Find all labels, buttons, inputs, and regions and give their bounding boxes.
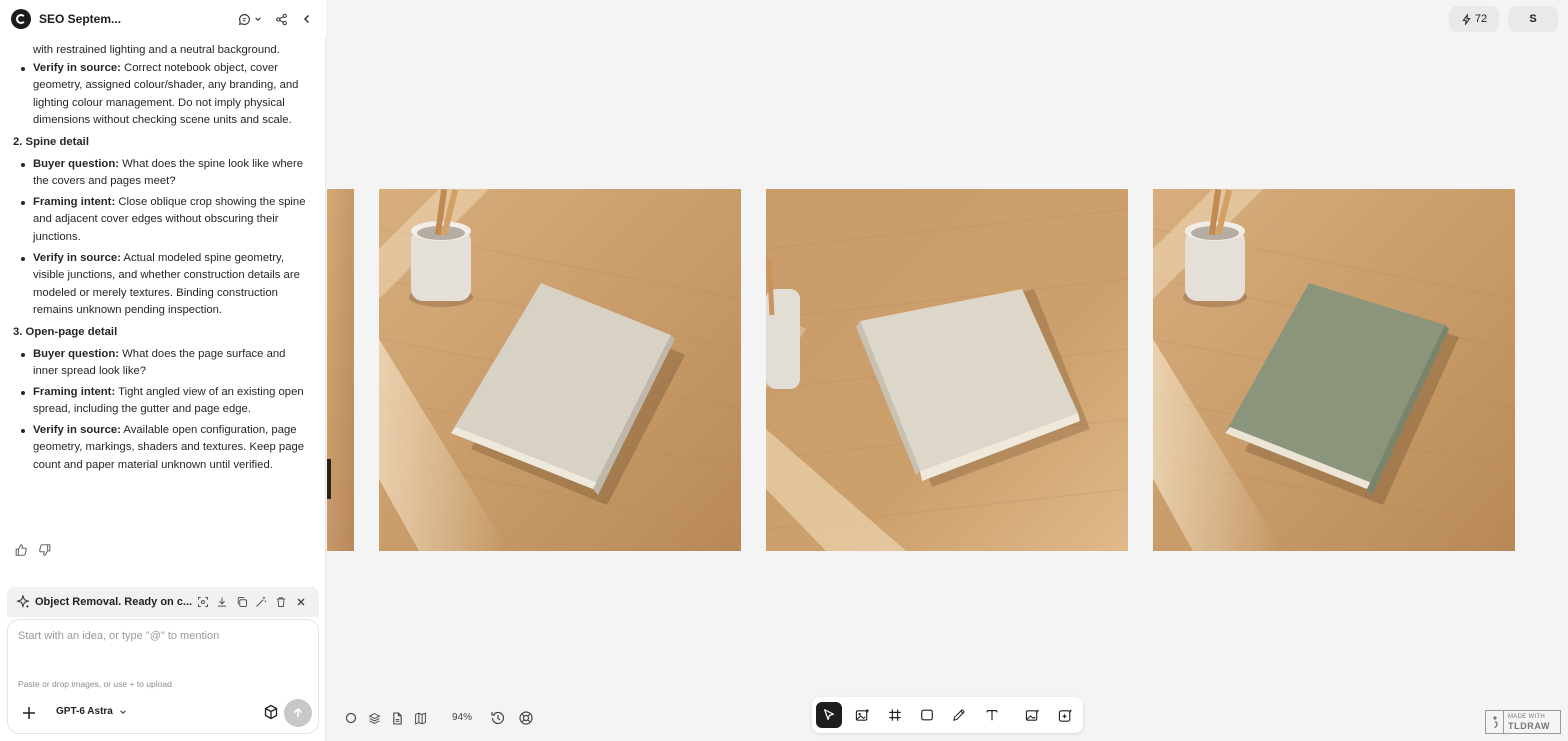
image-tool-icon[interactable] [849,702,875,728]
thumbs-down-icon[interactable] [38,543,52,557]
chat-thread-icon[interactable] [236,11,252,27]
item-label: Verify in source: [33,251,121,264]
bullet-list: Verify in source: Correct notebook objec… [13,60,312,130]
canvas-controls [343,710,435,726]
task-status-bar: Object Removal. Ready on c... [7,587,319,617]
panel-header: SEO Septem... [0,0,326,38]
list-item: Verify in source: Actual modeled spine g… [13,250,312,320]
focus-icon[interactable] [196,595,210,609]
history-icon[interactable] [490,710,506,726]
zoom-level[interactable]: 94% [452,712,472,723]
list-item: Framing intent: Close oblique crop showi… [13,194,312,247]
bullet-list: Buyer question: What does the spine look… [13,156,312,320]
item-label: Buyer question: [33,347,119,360]
canvas-image-cream-notebook-pencil-cup[interactable] [379,189,741,551]
list-item: Buyer question: What does the spine look… [13,156,312,191]
message-sections: 2. Spine detail Buyer question: What does… [13,134,312,475]
document-title[interactable]: SEO Septem... [39,12,121,26]
chevron-down-icon [120,709,126,714]
task-label: Object Removal. Ready on c... [35,596,193,608]
ai-tool-icon[interactable] [1052,702,1078,728]
canvas-image-green-notebook-pencil-cup[interactable] [1153,189,1515,551]
help-icon[interactable] [518,710,534,726]
item-label: Framing intent: [33,385,116,398]
arrow-up-icon [293,707,303,717]
magic-wand-icon[interactable] [254,595,268,609]
upload-hint: Paste or drop images, or use + to upload [18,679,172,689]
item-label: Framing intent: [33,195,116,208]
chevron-down-icon[interactable] [252,11,264,27]
prompt-input[interactable] [18,630,308,642]
watermark-name: TLDRAW [1508,721,1551,731]
item-label: Buyer question: [33,157,119,170]
lightning-icon [1462,13,1471,25]
rectangle-tool-icon[interactable] [914,702,940,728]
tldraw-watermark[interactable]: MADE WITH TLDRAW [1485,710,1561,734]
list-item: Buyer question: What does the page surfa… [13,346,312,381]
share-icon[interactable] [273,11,289,27]
document-icon[interactable] [389,710,405,726]
prompt-composer: Paste or drop images, or use + to upload… [7,619,319,734]
thumbs-up-icon[interactable] [14,543,28,557]
text-tool-icon[interactable] [979,702,1005,728]
download-icon[interactable] [215,595,229,609]
credits-count: 72 [1474,13,1488,25]
user-avatar[interactable]: S [1508,6,1558,32]
trash-icon[interactable] [274,595,288,609]
credits-badge[interactable]: 72 [1449,6,1499,32]
circle-icon[interactable] [343,710,359,726]
layers-icon[interactable] [366,710,382,726]
sparkle-icon [16,595,30,609]
add-attachment-icon[interactable] [20,704,38,722]
chat-messages: with restrained lighting and a neutral b… [0,30,326,560]
section-heading: 3. Open-page detail [13,325,118,338]
app-logo-icon[interactable] [11,9,31,29]
cube-icon[interactable] [263,704,279,720]
list-item: Verify in source: Correct notebook objec… [13,60,312,130]
pen-tool-icon[interactable] [946,702,972,728]
message-fragment: with restrained lighting and a neutral b… [33,44,280,56]
item-label: Verify in source: [33,423,121,436]
map-icon[interactable] [412,710,428,726]
feedback-row [14,543,52,557]
select-tool-icon[interactable] [816,702,842,728]
list-item: Framing intent: Tight angled view of an … [13,384,312,419]
collapse-panel-icon[interactable] [299,11,315,27]
canvas-image-partial[interactable] [327,189,354,551]
chat-panel: SEO Septem... with restrained lighting a… [0,0,326,741]
model-name: GPT-6 Astra [56,706,113,717]
close-icon[interactable] [294,595,308,609]
canvas-image-cream-notebook-closeup[interactable] [766,189,1128,551]
image-gen-tool-icon[interactable] [1019,702,1045,728]
copy-icon[interactable] [235,595,249,609]
send-button[interactable] [284,699,312,727]
drawing-toolbar [812,697,1083,733]
tldraw-logo-icon [1486,711,1504,733]
model-selector[interactable]: GPT-6 Astra [56,706,127,717]
section-heading: 2. Spine detail [13,135,89,148]
frame-tool-icon[interactable] [882,702,908,728]
list-item: Verify in source: Available open configu… [13,422,312,475]
bullet-list: Buyer question: What does the page surfa… [13,346,312,475]
